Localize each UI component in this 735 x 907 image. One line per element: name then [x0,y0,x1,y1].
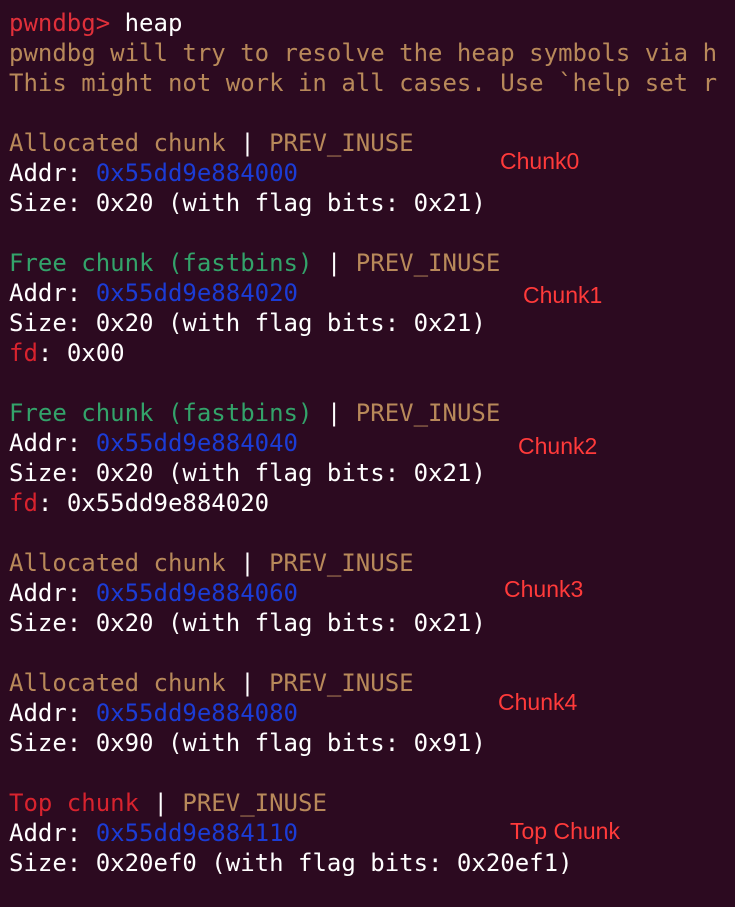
addr-label: Addr: [9,699,96,727]
chunk-fd-line: fd: 0x55dd9e884020 [9,488,735,518]
chunk-size-line: Size: 0x20 (with flag bits: 0x21) [9,188,735,218]
chunk-status: Top chunk [9,789,140,817]
fd-label: fd [9,339,38,367]
separator: | [312,249,356,277]
chunk-flag: PREV_INUSE [269,669,414,697]
separator: | [139,789,183,817]
top-chunk-annotation: Top Chunk [510,818,620,844]
chunk-addr-line: Addr: 0x55dd9e884000 [9,158,735,188]
chunk-size: 0x20 (with flag bits: 0x21) [95,459,486,487]
chunk-flag: PREV_INUSE [269,129,414,157]
chunk-address: 0x55dd9e884000 [95,159,298,187]
size-label: Size: [9,849,96,877]
chunk2-annotation: Chunk2 [518,433,598,459]
chunk-size: 0x90 (with flag bits: 0x91) [95,729,486,757]
addr-label: Addr: [9,429,96,457]
terminal-output[interactable]: pwndbg> heap pwndbg will try to resolve … [9,8,735,878]
separator: | [312,399,356,427]
chunk-status: Allocated chunk [9,549,226,577]
chunk-flag: PREV_INUSE [269,549,414,577]
chunk-header: Allocated chunk | PREV_INUSE [9,128,735,158]
chunk-size-line: Size: 0x20 (with flag bits: 0x21) [9,608,735,638]
separator: | [225,129,270,157]
fd-separator: : [37,489,67,517]
chunk-status: Free chunk (fastbins) [9,249,313,277]
size-label: Size: [9,729,96,757]
chunk-address: 0x55dd9e884020 [95,279,298,307]
prompt-line: pwndbg> heap [9,8,735,38]
chunk-addr-line: Addr: 0x55dd9e884020 [9,278,735,308]
addr-label: Addr: [9,159,96,187]
command-text: heap [124,9,183,37]
chunk-addr-line: Addr: 0x55dd9e884060 [9,578,735,608]
chunk1-annotation: Chunk1 [523,282,603,308]
chunk-flag: PREV_INUSE [355,249,501,277]
size-label: Size: [9,309,96,337]
chunk4-annotation: Chunk4 [498,689,578,715]
chunk-fd: 0x00 [66,339,125,367]
chunk-size-line: Size: 0x20 (with flag bits: 0x21) [9,458,735,488]
chunk-flag: PREV_INUSE [355,399,501,427]
chunk-header: Free chunk (fastbins) | PREV_INUSE [9,248,735,278]
chunk-header: Top chunk | PREV_INUSE [9,788,735,818]
prompt-label: pwndbg> [9,9,125,37]
chunk0-annotation: Chunk0 [500,148,580,174]
addr-label: Addr: [9,279,96,307]
chunk-address: 0x55dd9e884110 [95,819,298,847]
chunk-size: 0x20 (with flag bits: 0x21) [95,609,486,637]
chunk-header: Allocated chunk | PREV_INUSE [9,668,735,698]
chunk-size: 0x20 (with flag bits: 0x21) [95,189,486,217]
chunk-address: 0x55dd9e884060 [95,579,298,607]
chunk3-annotation: Chunk3 [504,576,584,602]
chunk-size: 0x20 (with flag bits: 0x21) [95,309,486,337]
chunk-address: 0x55dd9e884080 [95,699,298,727]
chunk-addr-line: Addr: 0x55dd9e884040 [9,428,735,458]
chunk-size-line: Size: 0x90 (with flag bits: 0x91) [9,728,735,758]
chunk-status: Allocated chunk [9,669,226,697]
separator: | [225,549,270,577]
chunk-header: Allocated chunk | PREV_INUSE [9,548,735,578]
chunk-size-line: Size: 0x20ef0 (with flag bits: 0x20ef1) [9,848,735,878]
chunk-addr-line: Addr: 0x55dd9e884110 [9,818,735,848]
fd-separator: : [37,339,67,367]
fd-label: fd [9,489,38,517]
size-label: Size: [9,459,96,487]
chunk-address: 0x55dd9e884040 [95,429,298,457]
chunk-status: Allocated chunk [9,129,226,157]
chunk-fd: 0x55dd9e884020 [66,489,270,517]
chunk-size-line: Size: 0x20 (with flag bits: 0x21) [9,308,735,338]
chunk-fd-line: fd: 0x00 [9,338,735,368]
addr-label: Addr: [9,579,96,607]
chunk-status: Free chunk (fastbins) [9,399,313,427]
warning-line-2: This might not work in all cases. Use `h… [9,69,718,97]
chunk-size: 0x20ef0 (with flag bits: 0x20ef1) [95,849,573,877]
addr-label: Addr: [9,819,96,847]
chunk-header: Free chunk (fastbins) | PREV_INUSE [9,398,735,428]
chunk-flag: PREV_INUSE [182,789,327,817]
size-label: Size: [9,609,96,637]
separator: | [225,669,270,697]
chunk-addr-line: Addr: 0x55dd9e884080 [9,698,735,728]
size-label: Size: [9,189,96,217]
warning-line-1: pwndbg will try to resolve the heap symb… [9,39,718,67]
